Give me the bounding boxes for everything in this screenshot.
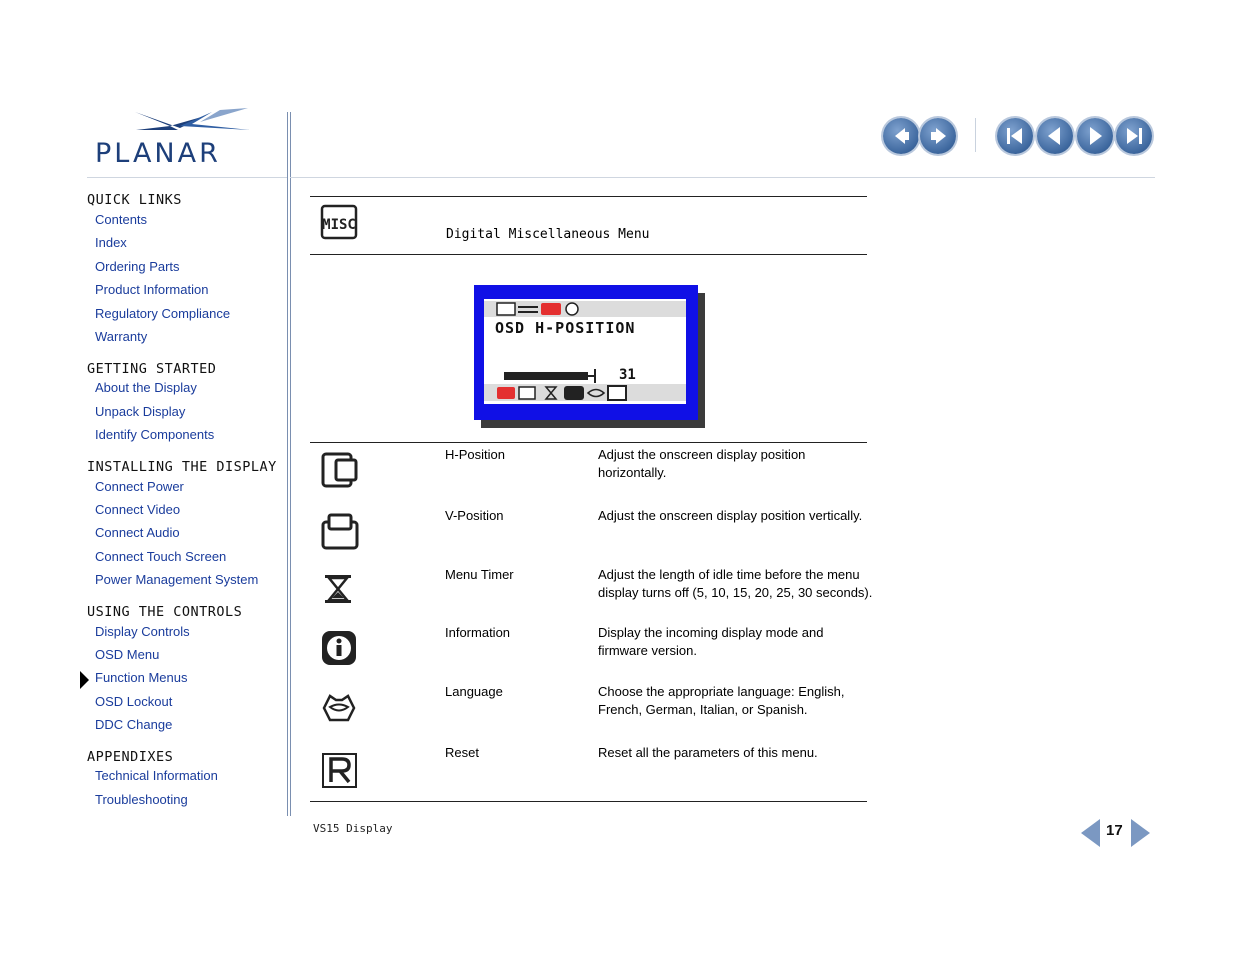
- osd-title: OSD H-POSITION: [495, 319, 636, 337]
- osd-level-bar: [504, 369, 596, 383]
- table-rule-top: [310, 196, 867, 197]
- footer-previous-page-icon[interactable]: [1080, 818, 1102, 848]
- row-desc-menu-timer: Adjust the length of idle time before th…: [598, 567, 873, 600]
- link-unpack-display[interactable]: Unpack Display: [95, 404, 185, 419]
- link-power-management-system[interactable]: Power Management System: [95, 572, 258, 587]
- row-name-h-position: H-Position: [445, 447, 505, 462]
- link-ordering-parts[interactable]: Ordering Parts: [95, 259, 180, 274]
- header-divider: [290, 177, 1155, 178]
- link-troubleshooting[interactable]: Troubleshooting: [95, 792, 188, 807]
- row-name-menu-timer: Menu Timer: [445, 567, 514, 582]
- row-desc-h-position: Adjust the onscreen display position hor…: [598, 447, 806, 480]
- first-page-button[interactable]: [997, 118, 1033, 154]
- link-osd-lockout[interactable]: OSD Lockout: [95, 694, 172, 709]
- nav-separator: [975, 118, 976, 152]
- row-name-language: Language: [445, 684, 503, 699]
- forward-icon: [931, 128, 946, 144]
- osd-menu-bar: [484, 301, 686, 317]
- osd-screen: OSD H-POSITION 31: [474, 285, 698, 420]
- h-position-icon: [321, 452, 358, 488]
- link-connect-video[interactable]: Connect Video: [95, 502, 180, 517]
- link-product-information[interactable]: Product Information: [95, 282, 208, 297]
- footer-next-page-icon[interactable]: [1129, 818, 1151, 848]
- osd-submenu-icons: [497, 385, 627, 401]
- previous-page-button[interactable]: [1037, 118, 1073, 154]
- page-number: 17: [1106, 822, 1123, 839]
- logo-text: PLANAR: [95, 138, 221, 169]
- link-function-menus[interactable]: Function Menus: [95, 670, 188, 685]
- table-rule-osd: [310, 442, 867, 443]
- osd-value: 31: [619, 367, 636, 383]
- link-connect-touch-screen[interactable]: Connect Touch Screen: [95, 549, 226, 564]
- next-page-icon: [1090, 127, 1102, 145]
- previous-page-icon: [1048, 127, 1060, 145]
- sidebar-divider: [287, 112, 288, 816]
- hourglass-icon: [325, 575, 351, 603]
- logo-swoosh-icon: [135, 108, 250, 130]
- osd-submenu-bar: [484, 384, 686, 401]
- osd-menu-bar-icons: [496, 302, 579, 316]
- header-divider-left: [87, 177, 287, 178]
- row-name-v-position: V-Position: [445, 508, 504, 523]
- row-desc-v-position: Adjust the onscreen display position ver…: [598, 508, 863, 523]
- language-icon: [322, 694, 356, 722]
- link-osd-menu[interactable]: OSD Menu: [95, 647, 159, 662]
- link-contents[interactable]: Contents: [95, 212, 147, 227]
- table-rule-bottom: [310, 801, 867, 802]
- last-page-button[interactable]: [1116, 118, 1152, 154]
- next-page-button[interactable]: [1077, 118, 1113, 154]
- link-connect-power[interactable]: Connect Power: [95, 479, 184, 494]
- back-icon: [895, 128, 909, 144]
- v-position-icon: [321, 513, 359, 550]
- table-rule-header: [310, 254, 867, 255]
- link-connect-audio[interactable]: Connect Audio: [95, 525, 180, 540]
- back-button[interactable]: [883, 118, 919, 154]
- link-index[interactable]: Index: [95, 235, 127, 250]
- link-display-controls[interactable]: Display Controls: [95, 624, 190, 639]
- section-quick-links: QUICK LINKS: [87, 192, 182, 208]
- link-about-the-display[interactable]: About the Display: [95, 380, 197, 395]
- svg-text:MISC: MISC: [322, 217, 356, 233]
- sidebar-divider-inner: [290, 112, 291, 816]
- first-page-icon: [1007, 128, 1022, 144]
- section-installing-the-display: INSTALLING THE DISPLAY: [87, 459, 277, 475]
- row-desc-language: Choose the appropriate language: English…: [598, 684, 845, 717]
- row-name-reset: Reset: [445, 745, 479, 760]
- link-warranty[interactable]: Warranty: [95, 329, 147, 344]
- information-icon: [322, 631, 356, 665]
- current-page-pointer-icon: [80, 671, 89, 689]
- last-page-icon: [1127, 128, 1142, 144]
- section-getting-started: GETTING STARTED: [87, 361, 217, 377]
- section-using-the-controls: USING THE CONTROLS: [87, 604, 243, 620]
- menu-title: Digital Miscellaneous Menu: [446, 227, 650, 242]
- link-identify-components[interactable]: Identify Components: [95, 427, 214, 442]
- reset-icon: [322, 753, 357, 788]
- row-desc-reset: Reset all the parameters of this menu.: [598, 745, 818, 760]
- misc-icon: MISC: [320, 204, 358, 240]
- link-technical-information[interactable]: Technical Information: [95, 768, 218, 783]
- row-desc-information: Display the incoming display mode and fi…: [598, 625, 824, 658]
- link-ddc-change[interactable]: DDC Change: [95, 717, 172, 732]
- forward-button[interactable]: [920, 118, 956, 154]
- section-appendixes: APPENDIXES: [87, 749, 174, 765]
- footer-doc-title: VS15 Display: [313, 822, 393, 835]
- planar-logo: PLANAR: [95, 108, 255, 172]
- osd-screen-panel: OSD H-POSITION 31: [484, 299, 686, 404]
- link-regulatory-compliance[interactable]: Regulatory Compliance: [95, 306, 230, 321]
- row-name-information: Information: [445, 625, 511, 640]
